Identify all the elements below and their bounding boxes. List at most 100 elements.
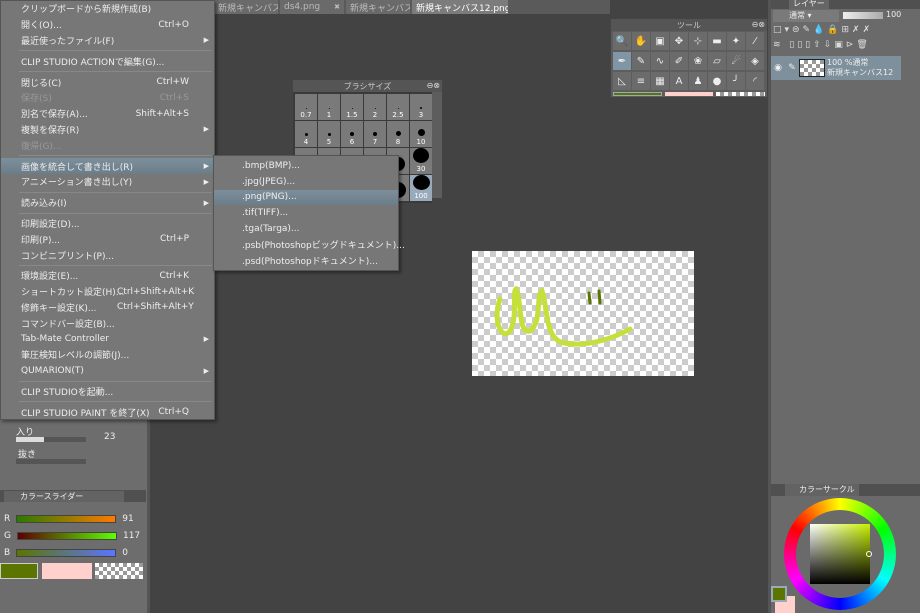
brush-size-cell[interactable]: 0.7 xyxy=(295,94,317,120)
export-item[interactable]: .jpg(JPEG)... xyxy=(214,174,398,190)
menu-item[interactable]: 印刷(P)... Ctrl+P xyxy=(1,231,214,247)
export-item[interactable]: .bmp(BMP)... xyxy=(214,158,398,174)
menu-item[interactable]: 別名で保存(A)... Shift+Alt+S xyxy=(1,106,214,122)
export-item[interactable]: .psd(Photoshopドキュメント)... xyxy=(214,253,398,269)
blend-tool-icon[interactable]: ☄ xyxy=(727,52,745,70)
tab-canvas-12[interactable]: 新規キャンバス12.png✖ xyxy=(412,0,508,14)
circle-main-color[interactable] xyxy=(771,586,787,602)
menu-item[interactable]: コマンドバー設定(B)... xyxy=(1,315,214,331)
menu-item[interactable]: 環境設定(E)... Ctrl+K xyxy=(1,268,214,284)
text-tool-icon[interactable]: A xyxy=(670,72,688,90)
hand-tool-icon[interactable]: ✋ xyxy=(632,32,650,50)
brush-size-cell[interactable]: 4 xyxy=(295,121,317,147)
ruler-tool-icon[interactable]: ◺ xyxy=(613,72,631,90)
tool-transparent-color[interactable] xyxy=(716,92,766,96)
color-circle-tab[interactable]: カラーサークル xyxy=(785,484,859,496)
brush-tool-icon[interactable]: ∿ xyxy=(651,52,669,70)
menu-item[interactable]: CLIP STUDIO PAINT を終了(X) Ctrl+Q xyxy=(1,404,214,420)
menu-item[interactable]: アニメーション書き出し(Y) ▶ xyxy=(1,174,214,190)
menu-item[interactable]: 印刷設定(D)... xyxy=(1,216,214,232)
menu-item[interactable]: QUMARION(T) ▶ xyxy=(1,363,214,379)
brush-size-cell[interactable]: 7 xyxy=(364,121,386,147)
export-item[interactable]: .png(PNG)... xyxy=(214,189,398,206)
brush-size-cell[interactable]: 30 xyxy=(410,148,432,174)
export-item[interactable]: .tga(Targa)... xyxy=(214,221,398,237)
main-color-swatch[interactable] xyxy=(0,563,38,579)
sub-color-swatch[interactable] xyxy=(42,563,92,579)
menu-item[interactable]: 画像を統合して書き出し(R) ▶ xyxy=(1,158,214,174)
brush-size-cell[interactable]: 1.5 xyxy=(341,94,363,120)
tab-canvas-2[interactable]: 新規キャンバス● xyxy=(346,0,410,14)
menu-item[interactable]: コンビニプリント(P)... xyxy=(1,247,214,263)
g-slider[interactable] xyxy=(16,531,117,540)
r-slider[interactable] xyxy=(16,514,117,523)
menu-item[interactable]: ショートカット設定(H)... Ctrl+Shift+Alt+K xyxy=(1,284,214,300)
brush-size-cell[interactable]: 3 xyxy=(410,94,432,120)
auto-select-icon[interactable]: ✦ xyxy=(727,32,745,50)
brush-size-cell[interactable]: 8 xyxy=(387,121,409,147)
tab-canvas-1[interactable]: 新規キャンバス● xyxy=(214,0,278,14)
transparent-swatch[interactable] xyxy=(95,563,143,579)
zoom-tool-icon[interactable]: 🔍 xyxy=(613,32,631,50)
export-item[interactable]: .tif(TIFF)... xyxy=(214,205,398,221)
entry-slider[interactable] xyxy=(16,437,86,442)
airbrush-tool-icon[interactable]: ✐ xyxy=(670,52,688,70)
eye-icon[interactable]: ◉ xyxy=(771,63,785,73)
menu-item[interactable]: Tab-Mate Controller ▶ xyxy=(1,331,214,347)
brush-size-cell[interactable]: 1 xyxy=(318,94,340,120)
brush-size-cell[interactable]: 5 xyxy=(318,121,340,147)
layer-action-icons[interactable]: ≋ ▯▯▯⇧⇩▣⊳🗑 xyxy=(773,40,918,52)
speech-balloon-icon[interactable]: ● xyxy=(708,72,726,90)
close-icon[interactable]: ✖ xyxy=(334,3,340,11)
gradient-tool-icon[interactable]: ≡ xyxy=(632,72,650,90)
operation-tool-icon[interactable]: ▣ xyxy=(651,32,669,50)
menu-item[interactable]: 複製を保存(R) ▶ xyxy=(1,122,214,138)
eyedropper-icon[interactable]: ⁄ xyxy=(746,32,764,50)
slider-r[interactable]: R 91 xyxy=(4,510,144,527)
decoration-tool-icon[interactable]: ❀ xyxy=(689,52,707,70)
correct-line-icon[interactable]: ◜ xyxy=(746,72,764,90)
layer-select-icon[interactable]: ▬ xyxy=(708,32,726,50)
blend-mode-select[interactable]: 通常 ▾ xyxy=(773,10,839,22)
eraser-tool-icon[interactable]: ▱ xyxy=(708,52,726,70)
layer-tab[interactable]: レイヤー xyxy=(789,0,829,9)
menu-item[interactable]: 開く(O)... Ctrl+O xyxy=(1,17,214,33)
move-tool-icon[interactable]: ✥ xyxy=(670,32,688,50)
tool-main-color[interactable] xyxy=(613,92,662,96)
tool-sub-color[interactable] xyxy=(664,92,714,96)
menu-item[interactable]: 筆圧検知レベルの調節(J)... xyxy=(1,347,214,363)
line-tool-icon[interactable]: ╯ xyxy=(727,72,745,90)
canvas[interactable] xyxy=(472,251,694,376)
slider-g[interactable]: G 117 xyxy=(4,527,144,544)
export-item[interactable]: .psb(Photoshopビッグドキュメント)... xyxy=(214,237,405,253)
brush-size-cell[interactable]: 6 xyxy=(341,121,363,147)
fill-tool-icon[interactable]: ◈ xyxy=(746,52,764,70)
b-slider[interactable] xyxy=(16,548,117,557)
saturation-value-square[interactable] xyxy=(810,524,870,584)
menu-item[interactable]: 修飾キー設定(K)... Ctrl+Shift+Alt+Y xyxy=(1,300,214,316)
layer-toolbar-icons[interactable]: □▾⊜✎💧🔒⊞✗✗ xyxy=(773,25,918,37)
menu-item[interactable]: 保存(S) Ctrl+S xyxy=(1,90,214,106)
frame-tool-icon[interactable]: ▦ xyxy=(651,72,669,90)
menu-item[interactable]: 復帰(G)... xyxy=(1,137,214,153)
exit-slider[interactable] xyxy=(16,459,86,464)
menu-item[interactable]: 閉じる(C) Ctrl+W xyxy=(1,74,214,90)
slider-b[interactable]: B0 xyxy=(4,544,144,561)
balloon-tool-icon[interactable]: ♟ xyxy=(689,72,707,90)
layer-row[interactable]: ◉ ✎ 100 %通常 新規キャンバス12 xyxy=(771,56,901,80)
select-tool-icon[interactable]: ⊹ xyxy=(689,32,707,50)
tab-ds4[interactable]: ds4.png ✖ xyxy=(280,0,344,14)
opacity-slider[interactable] xyxy=(843,12,883,19)
menu-item[interactable]: CLIP STUDIO ACTIONで編集(G)... xyxy=(1,53,214,69)
minimize-close-icons[interactable]: ⊖⊗ xyxy=(752,20,765,29)
menu-item[interactable]: 最近使ったファイル(F) ▶ xyxy=(1,33,214,49)
menu-item[interactable]: CLIP STUDIOを起動... xyxy=(1,384,214,400)
brush-size-cell[interactable]: 2 xyxy=(364,94,386,120)
pencil-tool-icon[interactable]: ✎ xyxy=(632,52,650,70)
hue-ring[interactable] xyxy=(784,498,896,610)
menu-item[interactable]: 読み込み(I) ▶ xyxy=(1,195,214,211)
brush-size-cell[interactable]: 2.5 xyxy=(387,94,409,120)
minimize-close-icons[interactable]: ⊖⊗ xyxy=(427,81,440,90)
brush-size-cell[interactable]: 10 xyxy=(410,121,432,147)
color-slider-tab[interactable]: カラースライダー xyxy=(4,491,124,502)
